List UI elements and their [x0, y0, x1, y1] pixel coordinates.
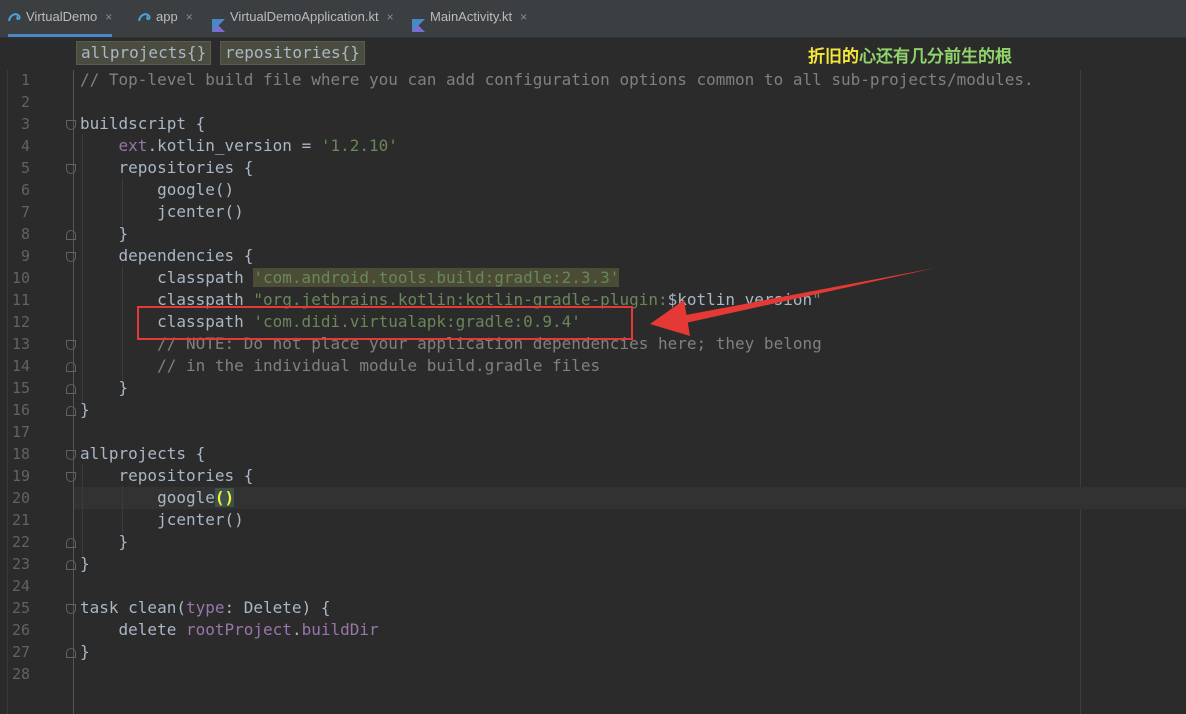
annotation-arrow-icon — [650, 268, 935, 336]
